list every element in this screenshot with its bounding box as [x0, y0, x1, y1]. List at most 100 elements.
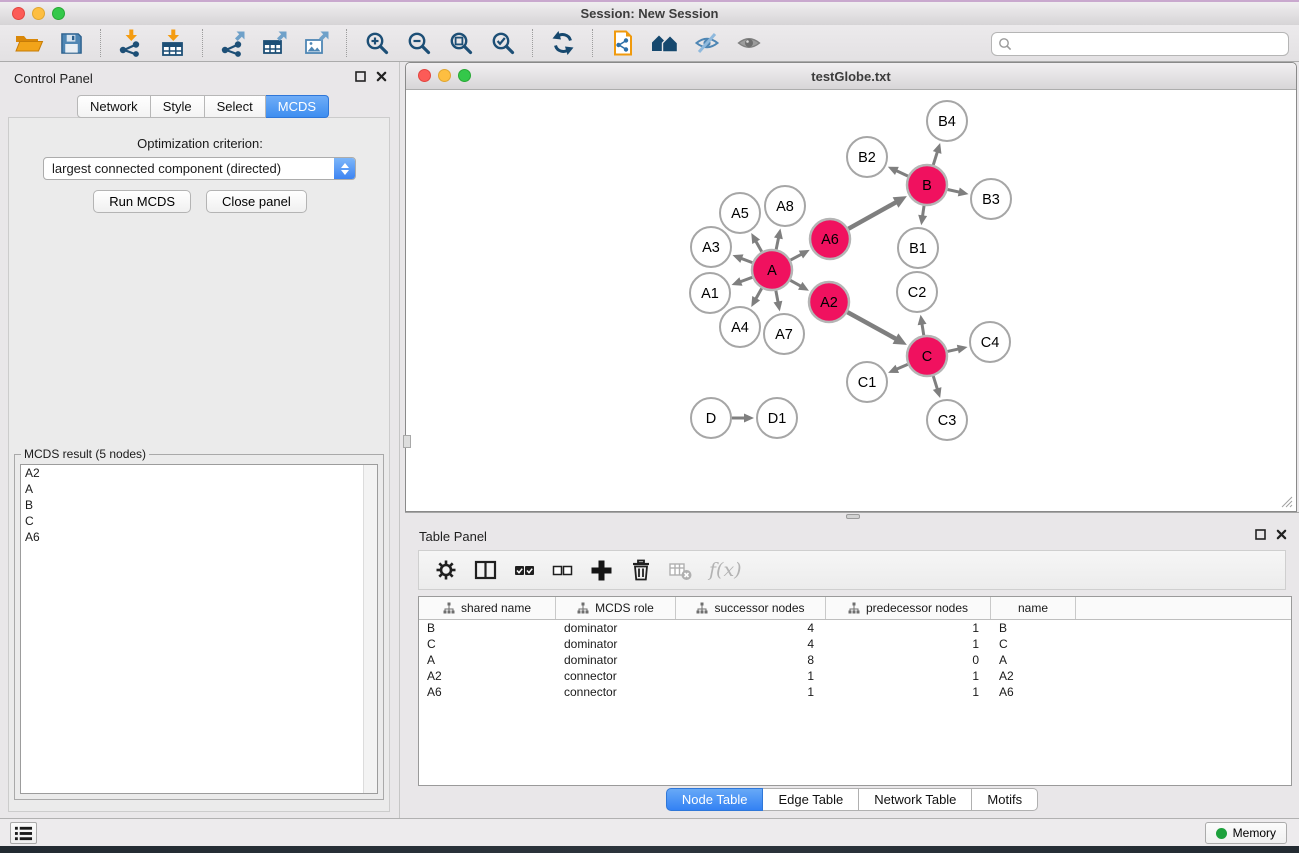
graph-edge-A-A1[interactable]	[732, 277, 753, 285]
table-cell[interactable]: 1	[826, 668, 991, 684]
minimize-traffic-light[interactable]	[32, 7, 45, 20]
graph-node-C3[interactable]: C3	[927, 400, 967, 440]
graph-node-A8[interactable]: A8	[765, 186, 805, 226]
tab-select[interactable]: Select	[205, 95, 266, 118]
graph-edge-D-D1[interactable]	[732, 414, 754, 423]
graph-edge-C-C1[interactable]	[888, 364, 908, 373]
close-traffic-light[interactable]	[12, 7, 25, 20]
function-builder-button[interactable]: f(x)	[709, 555, 742, 585]
table-cell[interactable]: C	[991, 636, 1076, 652]
import-network-button[interactable]	[110, 27, 152, 60]
export-image-button[interactable]	[296, 27, 338, 60]
result-list-item[interactable]: A6	[21, 529, 377, 545]
tab-edge-table[interactable]: Edge Table	[763, 788, 859, 811]
search-input[interactable]	[1016, 34, 1288, 54]
table-cell[interactable]: C	[419, 636, 556, 652]
graph-edge-C-C4[interactable]	[947, 345, 967, 354]
network-from-selection-button[interactable]	[602, 27, 644, 60]
graph-edge-A-A8[interactable]	[774, 229, 783, 250]
zoom-out-button[interactable]	[398, 27, 440, 60]
export-network-button[interactable]	[212, 27, 254, 60]
table-row[interactable]: Cdominator41C	[419, 636, 1291, 652]
table-row[interactable]: Adominator80A	[419, 652, 1291, 668]
graph-edge-A-A3[interactable]	[733, 254, 753, 262]
table-cell[interactable]: dominator	[556, 620, 676, 636]
graph-node-B[interactable]: B	[907, 165, 947, 205]
result-list-item[interactable]: A2	[21, 465, 377, 481]
tab-mcds[interactable]: MCDS	[266, 95, 329, 118]
graph-node-B4[interactable]: B4	[927, 101, 967, 141]
optimization-select[interactable]: largest connected component (directed)	[43, 157, 356, 180]
table-cell[interactable]: B	[991, 620, 1076, 636]
zoom-fit-button[interactable]	[440, 27, 482, 60]
tab-network[interactable]: Network	[77, 95, 151, 118]
graph-node-C1[interactable]: C1	[847, 362, 887, 402]
memory-button[interactable]: Memory	[1205, 822, 1287, 844]
graph-node-B2[interactable]: B2	[847, 137, 887, 177]
graph-edge-B-B2[interactable]	[888, 167, 908, 176]
graph-edge-C-C2[interactable]	[918, 315, 927, 336]
result-list-item[interactable]: C	[21, 513, 377, 529]
graph-node-A6[interactable]: A6	[810, 219, 850, 259]
table-row[interactable]: A2connector11A2	[419, 668, 1291, 684]
graph-node-C2[interactable]: C2	[897, 272, 937, 312]
graph-node-B1[interactable]: B1	[898, 228, 938, 268]
graph-edge-C-C3[interactable]	[933, 376, 942, 398]
graph-node-A2[interactable]: A2	[809, 282, 849, 322]
graph-edge-A-A7[interactable]	[773, 291, 782, 312]
tab-motifs[interactable]: Motifs	[972, 788, 1038, 811]
graph-node-D[interactable]: D	[691, 398, 731, 438]
table-cell[interactable]: dominator	[556, 636, 676, 652]
graph-node-A3[interactable]: A3	[691, 227, 731, 267]
graph-edge-B-B1[interactable]	[918, 206, 927, 225]
table-cell[interactable]: 0	[826, 652, 991, 668]
table-cell[interactable]: A	[419, 652, 556, 668]
graph-node-A5[interactable]: A5	[720, 193, 760, 233]
result-list-item[interactable]: B	[21, 497, 377, 513]
table-cell[interactable]: 1	[826, 636, 991, 652]
table-settings-button[interactable]	[435, 555, 457, 585]
hide-selected-button[interactable]	[686, 27, 728, 60]
table-cell[interactable]: connector	[556, 684, 676, 700]
column-header-successor-nodes[interactable]: successor nodes	[676, 597, 826, 619]
table-cell[interactable]: A6	[991, 684, 1076, 700]
delete-table-button[interactable]	[669, 555, 692, 585]
graph-edge-A2-C[interactable]	[847, 312, 906, 345]
split-view-button[interactable]	[474, 555, 497, 585]
delete-column-button[interactable]	[630, 555, 652, 585]
column-header-predecessor-nodes[interactable]: predecessor nodes	[826, 597, 991, 619]
graph-edge-A-A4[interactable]	[751, 288, 761, 307]
run-mcds-button[interactable]: Run MCDS	[93, 190, 191, 213]
graph-node-B3[interactable]: B3	[971, 179, 1011, 219]
graph-edge-A6-B[interactable]	[848, 196, 907, 229]
minimize-traffic-light[interactable]	[438, 69, 451, 82]
close-traffic-light[interactable]	[418, 69, 431, 82]
graph-edge-A-A5[interactable]	[751, 233, 761, 252]
task-history-button[interactable]	[10, 822, 37, 844]
apply-layout-button[interactable]	[542, 27, 584, 60]
result-scrollbar[interactable]	[363, 465, 377, 793]
column-header-mcds-role[interactable]: MCDS role	[556, 597, 676, 619]
resize-grip-icon[interactable]	[1279, 494, 1293, 508]
graph-edge-B-B3[interactable]	[948, 188, 969, 197]
table-row[interactable]: A6connector11A6	[419, 684, 1291, 700]
graph-node-A1[interactable]: A1	[690, 273, 730, 313]
tab-node-table[interactable]: Node Table	[666, 788, 764, 811]
graph-node-A7[interactable]: A7	[764, 314, 804, 354]
import-table-button[interactable]	[152, 27, 194, 60]
close-panel-button[interactable]: Close panel	[206, 190, 307, 213]
table-cell[interactable]: 1	[676, 668, 826, 684]
table-cell[interactable]: 1	[826, 684, 991, 700]
close-icon[interactable]	[1276, 529, 1287, 540]
table-cell[interactable]: connector	[556, 668, 676, 684]
export-table-button[interactable]	[254, 27, 296, 60]
graph-node-C4[interactable]: C4	[970, 322, 1010, 362]
splitter-grip[interactable]	[846, 514, 860, 519]
column-header-shared-name[interactable]: shared name	[419, 597, 556, 619]
table-cell[interactable]: A6	[419, 684, 556, 700]
zoom-in-button[interactable]	[356, 27, 398, 60]
first-neighbors-button[interactable]	[644, 27, 686, 60]
table-cell[interactable]: B	[419, 620, 556, 636]
zoom-traffic-light[interactable]	[458, 69, 471, 82]
table-row[interactable]: Bdominator41B	[419, 620, 1291, 636]
